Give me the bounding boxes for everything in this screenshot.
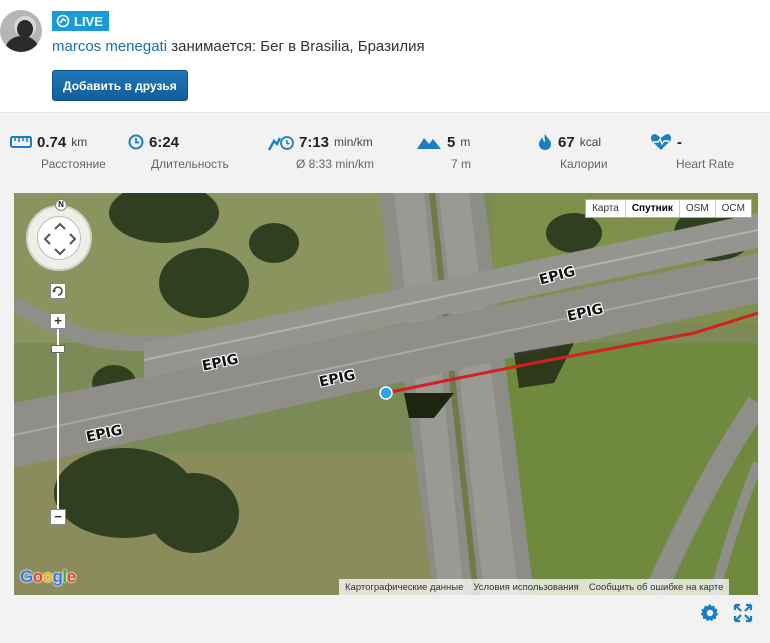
rotate-icon <box>52 286 63 296</box>
activity-headline: marcos menegati занимается: Бег в Brasil… <box>52 38 425 55</box>
activity-text: занимается: Бег в Brasilia, Бразилия <box>167 38 425 55</box>
clock-icon <box>128 134 144 150</box>
add-friend-button[interactable]: Добавить в друзья <box>52 70 188 101</box>
mountain-icon <box>417 138 441 149</box>
stat-calories: 67 kcal Калории <box>537 131 608 171</box>
activity-panel: 0.74 km Расстояние 6:24 Длительность 7:1… <box>0 112 770 643</box>
duration-label: Длительность <box>151 157 229 171</box>
pan-control[interactable]: N <box>26 199 92 271</box>
heart-rate-icon <box>650 134 672 150</box>
terms-link[interactable]: Условия использования <box>473 582 578 593</box>
duration-value: 6:24 <box>149 133 180 151</box>
avatar[interactable] <box>0 10 42 52</box>
pan-arrows-icon <box>43 222 77 256</box>
map-type-satellite[interactable]: Спутник <box>624 200 679 217</box>
zoom-out-button[interactable]: − <box>50 509 66 525</box>
live-label: LIVE <box>74 13 103 29</box>
activity-map[interactable]: EPIG EPIG EPIG EPIG EPIG Карта Спутник O… <box>14 193 758 595</box>
stat-duration: 6:24 Длительность <box>128 131 229 171</box>
compass-north[interactable]: N <box>55 199 67 211</box>
map-type-osm[interactable]: OSM <box>678 200 715 217</box>
google-logo: Google <box>20 567 76 586</box>
pace-average: Ø 8:33 min/km <box>296 157 375 171</box>
elevation-unit: m <box>460 135 471 149</box>
pan-arrows[interactable] <box>37 216 81 260</box>
stat-heart-rate: - Heart Rate <box>650 131 734 171</box>
heart-rate-value: - <box>677 133 682 151</box>
live-badge: LIVE <box>52 11 109 31</box>
elevation-secondary: 7 m <box>451 157 472 171</box>
rotate-button[interactable] <box>50 283 66 299</box>
map-type-ocm[interactable]: OCM <box>714 200 751 217</box>
stat-elevation: 5 m 7 m <box>416 131 471 171</box>
stat-pace: 7:13 min/km Ø 8:33 min/km <box>268 131 374 171</box>
calories-label: Калории <box>560 157 608 171</box>
calories-unit: kcal <box>579 135 602 149</box>
user-name-link[interactable]: marcos menegati <box>52 38 167 55</box>
distance-unit: km <box>71 135 88 149</box>
map-type-control: Карта Спутник OSM OCM <box>585 199 752 218</box>
zoom-in-button[interactable]: + <box>50 313 66 329</box>
gear-icon <box>700 604 719 622</box>
satellite-imagery <box>14 193 758 595</box>
report-error-link[interactable]: Сообщить об ошибке на карте <box>589 582 724 593</box>
calories-value: 67 <box>558 133 575 151</box>
expand-icon <box>733 603 753 623</box>
pace-value: 7:13 <box>299 133 330 151</box>
zoom-slider-handle[interactable] <box>51 345 65 353</box>
pace-icon <box>268 136 294 151</box>
elevation-value: 5 <box>447 133 456 151</box>
heart-rate-label: Heart Rate <box>676 157 735 171</box>
settings-button[interactable] <box>700 603 720 628</box>
map-type-map[interactable]: Карта <box>586 200 625 217</box>
pace-unit: min/km <box>334 135 373 149</box>
distance-value: 0.74 <box>37 133 67 151</box>
distance-label: Расстояние <box>41 157 106 171</box>
ruler-icon <box>10 136 32 148</box>
fullscreen-button[interactable] <box>733 603 753 628</box>
map-attribution: Картографические данные Условия использо… <box>339 579 730 595</box>
map-data-link[interactable]: Картографические данные <box>345 582 463 593</box>
flame-icon <box>539 134 551 150</box>
stat-distance: 0.74 km Расстояние <box>10 131 106 171</box>
live-icon <box>56 14 70 28</box>
